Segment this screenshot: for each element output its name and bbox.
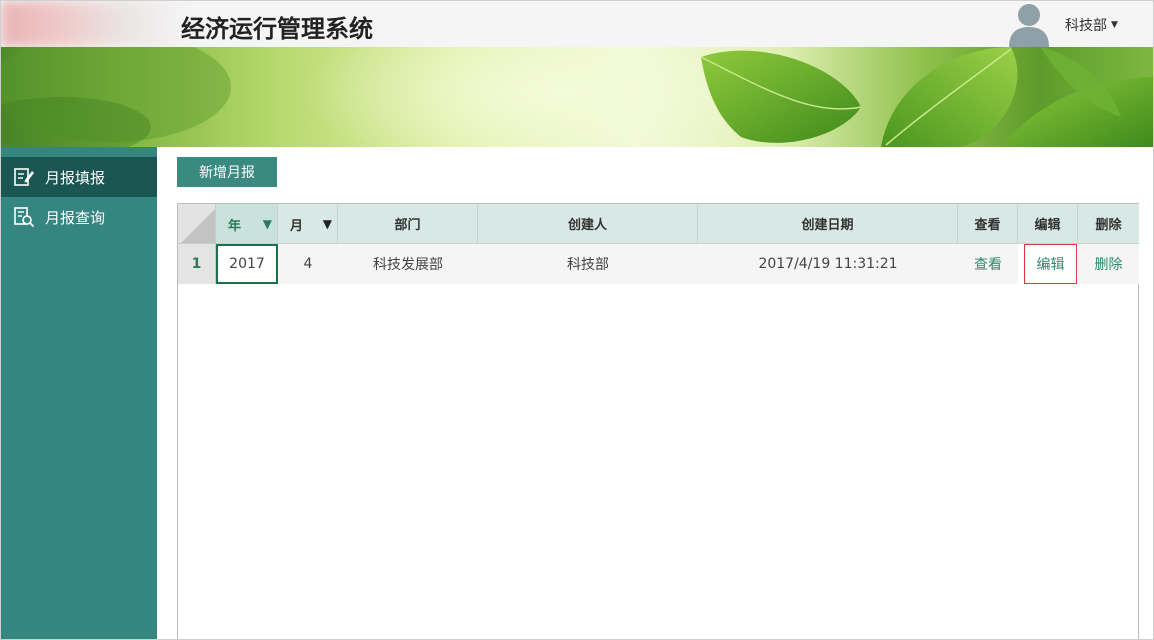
delete-link[interactable]: 删除 bbox=[1078, 244, 1139, 284]
cell-year[interactable]: 2017 bbox=[216, 244, 278, 284]
table-corner bbox=[178, 204, 216, 244]
column-header-created-date: 创建日期 bbox=[698, 204, 958, 244]
sidebar-item-label: 月报查询 bbox=[45, 208, 106, 227]
user-avatar-icon[interactable] bbox=[1005, 1, 1053, 47]
column-header-view: 查看 bbox=[958, 204, 1018, 244]
cell-month[interactable]: 4 bbox=[278, 244, 338, 284]
row-number: 1 bbox=[178, 244, 216, 284]
edit-link[interactable]: 编辑 bbox=[1024, 244, 1077, 284]
caret-down-icon: ▼ bbox=[1111, 20, 1118, 30]
column-header-creator: 创建人 bbox=[478, 204, 698, 244]
sort-down-icon[interactable]: ▼ bbox=[323, 217, 332, 231]
report-table: 年 ▼ 月 ▼ 部门 创建人 创建日期 查看 编辑 删除 1 2017 4 科技… bbox=[177, 203, 1139, 639]
blurred-logo bbox=[1, 1, 186, 47]
sidebar: 月报填报 月报查询 bbox=[1, 147, 157, 639]
cell-department[interactable]: 科技发展部 bbox=[338, 244, 478, 284]
column-header-month[interactable]: 月 ▼ bbox=[278, 204, 338, 244]
view-link[interactable]: 查看 bbox=[958, 244, 1018, 284]
search-document-icon bbox=[14, 207, 35, 228]
user-name: 科技部 bbox=[1065, 18, 1107, 34]
column-header-year[interactable]: 年 ▼ bbox=[216, 204, 278, 244]
add-monthly-report-button[interactable]: 新增月报 bbox=[177, 157, 277, 187]
cell-created-date[interactable]: 2017/4/19 11:31:21 bbox=[698, 244, 958, 284]
edit-document-icon bbox=[14, 168, 34, 186]
top-header: 经济运行管理系统 科技部 ▼ bbox=[1, 1, 1153, 47]
leaf-banner bbox=[1, 47, 1153, 147]
sidebar-item-monthly-report-entry[interactable]: 月报填报 bbox=[1, 157, 157, 197]
column-header-department: 部门 bbox=[338, 204, 478, 244]
user-menu[interactable]: 科技部 ▼ bbox=[1065, 15, 1118, 35]
cell-creator[interactable]: 科技部 bbox=[478, 244, 698, 284]
sidebar-item-label: 月报填报 bbox=[45, 168, 106, 187]
sort-down-icon[interactable]: ▼ bbox=[263, 217, 272, 231]
sidebar-item-monthly-report-query[interactable]: 月报查询 bbox=[1, 197, 157, 237]
app-title: 经济运行管理系统 bbox=[181, 15, 373, 43]
column-header-delete: 删除 bbox=[1078, 204, 1139, 244]
column-header-edit: 编辑 bbox=[1018, 204, 1078, 244]
app-window: 经济运行管理系统 科技部 ▼ 月报填报 月报查询 新增月报 年 ▼ 月 ▼ 部门… bbox=[0, 0, 1154, 640]
